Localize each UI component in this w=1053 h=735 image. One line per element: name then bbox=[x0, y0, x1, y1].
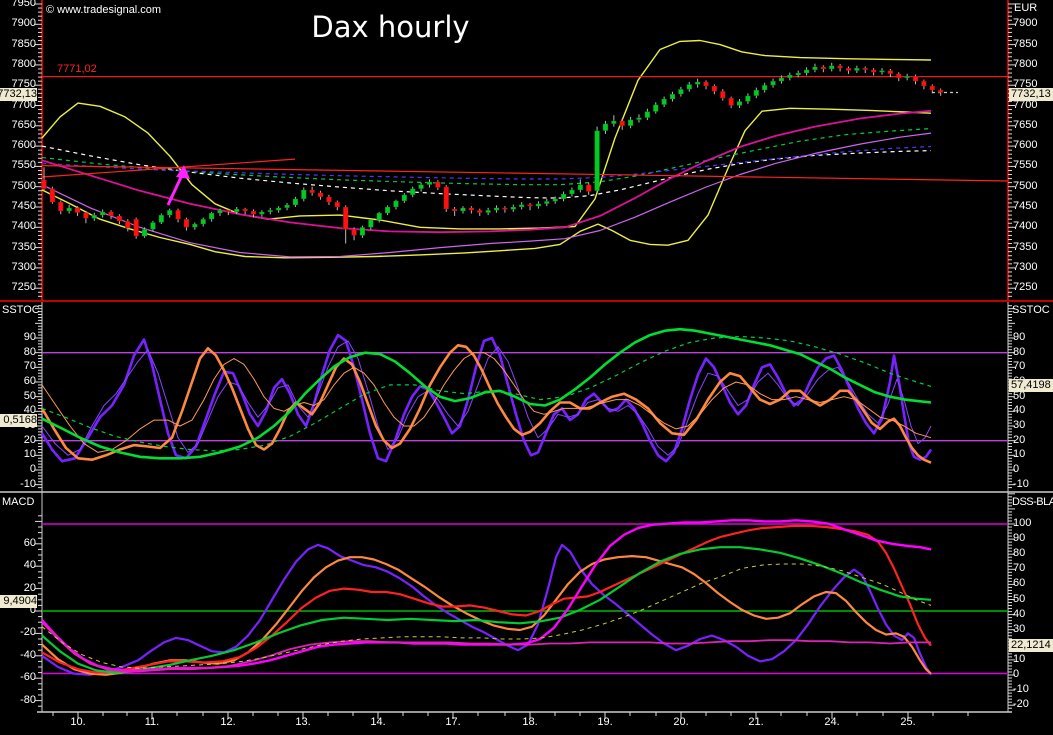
sstoc-axis-tick: 90 bbox=[0, 331, 36, 344]
price-axis-tick: 7300 bbox=[0, 261, 36, 274]
date-axis-label: 24. bbox=[817, 716, 847, 729]
sstoc-axis-tick: 0 bbox=[0, 463, 36, 476]
macd-axis-tick: -20 bbox=[0, 626, 36, 639]
macd-axis-tick: 60 bbox=[0, 537, 36, 550]
price-axis-tick: 7600 bbox=[1013, 139, 1037, 152]
sstoc-axis-tick: 20 bbox=[0, 434, 36, 447]
sstoc-axis-tick: 50 bbox=[0, 390, 36, 403]
price-axis-tick: 7650 bbox=[0, 119, 36, 132]
dss-axis-tick: 0 bbox=[1013, 668, 1019, 681]
price-axis-tick: 7550 bbox=[1013, 159, 1037, 172]
sstoc-value-badge-left: 0,5168 bbox=[0, 414, 37, 427]
sstoc-panel-label-right: SSTOC bbox=[1012, 304, 1050, 317]
sstoc-axis-tick: 0 bbox=[1013, 463, 1019, 476]
price-axis-tick: 7900 bbox=[0, 17, 36, 30]
sstoc-axis-tick: 80 bbox=[0, 346, 36, 359]
chart-title: Dax hourly bbox=[283, 10, 498, 44]
price-axis-tick: 7350 bbox=[1013, 241, 1037, 254]
sstoc-value-badge-right: 57,4198 bbox=[1009, 379, 1053, 392]
macd-axis-tick: -60 bbox=[0, 671, 36, 684]
dss-axis-tick: 40 bbox=[1013, 608, 1025, 621]
date-axis-label: 11. bbox=[137, 716, 167, 729]
price-axis-tick: 7400 bbox=[1013, 220, 1037, 233]
dss-axis-tick: 80 bbox=[1013, 547, 1025, 560]
date-axis-label: 10. bbox=[63, 716, 93, 729]
macd-axis-tick: -40 bbox=[0, 649, 36, 662]
price-axis-tick: 7600 bbox=[0, 139, 36, 152]
price-axis-tick: 7850 bbox=[1013, 38, 1037, 51]
sstoc-axis-tick: 70 bbox=[0, 360, 36, 373]
dss-axis-tick: 90 bbox=[1013, 532, 1025, 545]
price-axis-tick: 7350 bbox=[0, 241, 36, 254]
tradesignal-chart-window: © www.tradesignal.com Dax hourly EUR SST… bbox=[0, 0, 1053, 735]
date-axis-label: 17. bbox=[438, 716, 468, 729]
price-axis-tick: 7450 bbox=[0, 200, 36, 213]
price-axis-tick: 7850 bbox=[0, 38, 36, 51]
macd-axis-tick: 40 bbox=[0, 559, 36, 572]
sstoc-axis-tick: 10 bbox=[0, 448, 36, 461]
sstoc-axis-tick: -10 bbox=[1013, 478, 1029, 491]
price-axis-tick: 7450 bbox=[1013, 200, 1037, 213]
price-axis-tick: 7250 bbox=[0, 281, 36, 294]
date-axis-label: 12. bbox=[213, 716, 243, 729]
sstoc-axis-tick: -10 bbox=[0, 478, 36, 491]
date-axis-label: 20. bbox=[666, 716, 696, 729]
alert-price-label: 7771,02 bbox=[57, 63, 97, 76]
date-axis-label: 18. bbox=[515, 716, 545, 729]
price-axis-tick: 7300 bbox=[1013, 261, 1037, 274]
last-price-badge-right: 7732,13 bbox=[1009, 88, 1053, 101]
date-axis-label: 21. bbox=[741, 716, 771, 729]
copyright-text: © www.tradesignal.com bbox=[46, 4, 161, 17]
date-axis-label: 25. bbox=[893, 716, 923, 729]
sstoc-axis-tick: 60 bbox=[0, 375, 36, 388]
date-axis-label: 13. bbox=[288, 716, 318, 729]
date-axis-label: 19. bbox=[590, 716, 620, 729]
sstoc-axis-tick: 40 bbox=[1013, 404, 1025, 417]
price-axis-tick: 7400 bbox=[0, 220, 36, 233]
sstoc-panel-label-left: SSTOC bbox=[2, 304, 40, 317]
currency-axis-label: EUR bbox=[1014, 2, 1037, 15]
sstoc-axis-tick: 80 bbox=[1013, 346, 1025, 359]
price-axis-tick: 7900 bbox=[1013, 17, 1037, 30]
dss-value-badge-right: 22,1214 bbox=[1009, 639, 1053, 652]
dss-axis-tick: 70 bbox=[1013, 562, 1025, 575]
last-price-badge-left: 7732,13 bbox=[0, 88, 37, 101]
macd-value-badge-left: 9,4904 bbox=[0, 595, 37, 608]
macd-panel-label: MACD bbox=[2, 496, 34, 509]
dss-axis-tick: 100 bbox=[1013, 517, 1031, 530]
price-axis-tick: 7650 bbox=[1013, 119, 1037, 132]
price-axis-tick: 7800 bbox=[1013, 58, 1037, 71]
sstoc-axis-tick: 90 bbox=[1013, 331, 1025, 344]
macd-axis-tick: 20 bbox=[0, 582, 36, 595]
dss-axis-tick: 50 bbox=[1013, 593, 1025, 606]
sstoc-axis-tick: 20 bbox=[1013, 434, 1025, 447]
dss-bla-panel-label: DSS-BLA bbox=[1012, 496, 1053, 509]
macd-axis-tick: -80 bbox=[0, 694, 36, 707]
dss-axis-tick: 10 bbox=[1013, 653, 1025, 666]
dss-axis-tick: 60 bbox=[1013, 577, 1025, 590]
price-axis-tick: 7550 bbox=[0, 159, 36, 172]
sstoc-axis-tick: 70 bbox=[1013, 360, 1025, 373]
date-axis-label: 14. bbox=[363, 716, 393, 729]
dss-axis-tick: -10 bbox=[1013, 683, 1029, 696]
price-axis-tick: 7250 bbox=[1013, 281, 1037, 294]
sstoc-axis-tick: 30 bbox=[1013, 419, 1025, 432]
dss-axis-tick: -20 bbox=[1013, 698, 1029, 711]
price-axis-tick: 7800 bbox=[0, 58, 36, 71]
price-axis-tick: 7500 bbox=[0, 180, 36, 193]
sstoc-axis-tick: 10 bbox=[1013, 448, 1025, 461]
chart-canvas[interactable] bbox=[0, 0, 1053, 735]
price-axis-tick: 7500 bbox=[1013, 180, 1037, 193]
price-axis-tick: 7950 bbox=[0, 0, 36, 10]
dss-axis-tick: 30 bbox=[1013, 623, 1025, 636]
